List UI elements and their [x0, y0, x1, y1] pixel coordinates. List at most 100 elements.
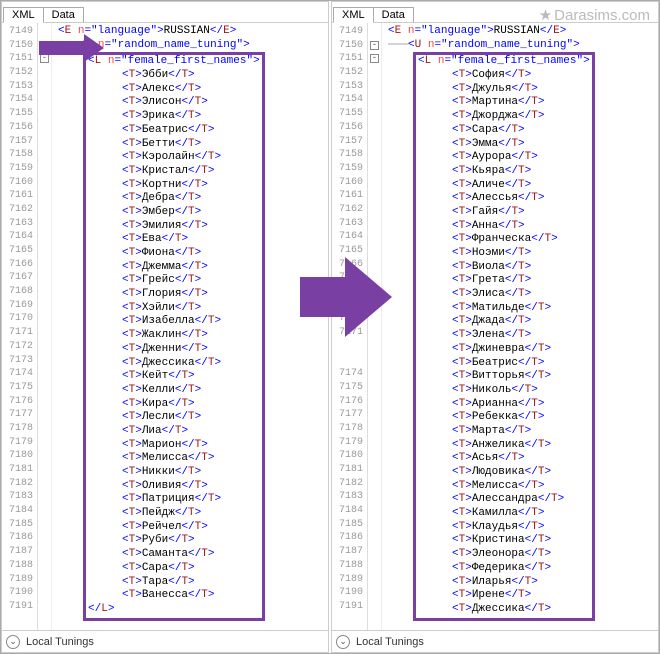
fold-toggle[interactable]: -: [370, 54, 379, 63]
code-line[interactable]: <T>Кира</T>: [88, 398, 260, 412]
code-line[interactable]: <T>Джорджа</T>: [418, 110, 590, 124]
code-line[interactable]: <T>Виола</T>: [418, 261, 590, 275]
code-line[interactable]: <T>Грета</T>: [418, 274, 590, 288]
code-line[interactable]: <T>Элена</T>: [418, 329, 590, 343]
code-line[interactable]: <T>Матильде</T>: [418, 302, 590, 316]
code-line[interactable]: <T>Анна</T>: [418, 220, 590, 234]
code-line[interactable]: <T>Камилла</T>: [418, 507, 590, 521]
code-line[interactable]: <T>Эмма</T>: [418, 138, 590, 152]
code-line[interactable]: <T>Кьяра</T>: [418, 165, 590, 179]
gutter-line: [332, 340, 367, 354]
code-line[interactable]: <T>Хэйли</T>: [88, 302, 260, 316]
code-line[interactable]: <T>Сара</T>: [418, 124, 590, 138]
gutter-line: 7191: [332, 600, 367, 614]
code-line[interactable]: <T>Изабелла</T>: [88, 315, 260, 329]
code-line[interactable]: <T>Пейдж</T>: [88, 507, 260, 521]
code-line[interactable]: <T>Джемма</T>: [88, 261, 260, 275]
tab-xml[interactable]: XML: [3, 7, 44, 23]
code-line[interactable]: <T>Алессандра</T>: [418, 493, 590, 507]
code-line[interactable]: <E n="language">RUSSIAN</E>: [388, 25, 654, 39]
code-line[interactable]: <T>Элеонора</T>: [418, 548, 590, 562]
code-line[interactable]: <T>Кэролайн</T>: [88, 151, 260, 165]
code-line[interactable]: <T>Федерика</T>: [418, 562, 590, 576]
code-line[interactable]: <T>Аличе</T>: [418, 179, 590, 193]
code-line[interactable]: <T>Арианна</T>: [418, 398, 590, 412]
gutter-line: 7183: [2, 490, 37, 504]
code-line[interactable]: <T>Алекс</T>: [88, 83, 260, 97]
code-line[interactable]: <T>Марион</T>: [88, 439, 260, 453]
code-line[interactable]: <T>Джессика</T>: [88, 357, 260, 371]
code-line[interactable]: <T>Франческа</T>: [418, 233, 590, 247]
code-line[interactable]: <T>Лиа</T>: [88, 425, 260, 439]
code-line[interactable]: <T>Кристал</T>: [88, 165, 260, 179]
code-line[interactable]: <T>Фиона</T>: [88, 247, 260, 261]
code-line[interactable]: <T>Ребекка</T>: [418, 411, 590, 425]
code-line[interactable]: <T>Мелисса</T>: [88, 452, 260, 466]
code-line[interactable]: ⎯⎯⎯⎯<U n="random_name_tuning">: [388, 39, 654, 53]
gutter-line: 7180: [332, 449, 367, 463]
code-line[interactable]: <T>Кортни</T>: [88, 179, 260, 193]
tab-data[interactable]: Data: [373, 7, 414, 22]
code-line[interactable]: <T>Асья</T>: [418, 452, 590, 466]
code-line[interactable]: <T>Оливия</T>: [88, 480, 260, 494]
code-line[interactable]: <T>Ванесса</T>: [88, 589, 260, 603]
code-line[interactable]: <T>Джулья</T>: [418, 83, 590, 97]
code-line[interactable]: <T>Ноэми</T>: [418, 247, 590, 261]
code-line[interactable]: <L n="female_first_names">: [88, 55, 260, 69]
code-line[interactable]: <L n="female_first_names">: [418, 55, 590, 69]
code-line[interactable]: <T>Ирене</T>: [418, 589, 590, 603]
code-line[interactable]: <T>Саманта</T>: [88, 548, 260, 562]
code-line[interactable]: <T>Джада</T>: [418, 315, 590, 329]
code-line[interactable]: <T>Иларья</T>: [418, 576, 590, 590]
code-line[interactable]: <T>Мелисса</T>: [418, 480, 590, 494]
gutter-line: 7175: [332, 381, 367, 395]
tab-xml[interactable]: XML: [333, 7, 374, 23]
code-line[interactable]: <T>Бетти</T>: [88, 138, 260, 152]
code-line[interactable]: <T>Эбби</T>: [88, 69, 260, 83]
code-line[interactable]: <T>Анжелика</T>: [418, 439, 590, 453]
code-line[interactable]: <T>Жаклин</T>: [88, 329, 260, 343]
code-line[interactable]: </L>: [88, 603, 260, 617]
code-line[interactable]: <T>Беатрис</T>: [88, 124, 260, 138]
tab-data[interactable]: Data: [43, 7, 84, 22]
code-line[interactable]: <T>Элисон</T>: [88, 96, 260, 110]
code-line[interactable]: <T>Рейчел</T>: [88, 521, 260, 535]
code-line[interactable]: <T>Эрика</T>: [88, 110, 260, 124]
code-line[interactable]: <T>Ева</T>: [88, 233, 260, 247]
code-line[interactable]: <T>Людовика</T>: [418, 466, 590, 480]
code-line[interactable]: <T>Аурора</T>: [418, 151, 590, 165]
code-line[interactable]: <T>Гайя</T>: [418, 206, 590, 220]
code-line[interactable]: <T>Мартина</T>: [418, 96, 590, 110]
code-line[interactable]: <T>Элиса</T>: [418, 288, 590, 302]
code-line[interactable]: <T>Марта</T>: [418, 425, 590, 439]
fold-toggle[interactable]: -: [370, 41, 379, 50]
code-line[interactable]: <T>Келли</T>: [88, 384, 260, 398]
code-line[interactable]: <T>Грейс</T>: [88, 274, 260, 288]
code-line[interactable]: <T>Руби</T>: [88, 534, 260, 548]
left-footer[interactable]: ⌄ Local Tunings: [2, 630, 328, 652]
code-line[interactable]: <T>Дженни</T>: [88, 343, 260, 357]
code-line[interactable]: <T>Кейт</T>: [88, 370, 260, 384]
gutter-line: 7152: [332, 66, 367, 80]
code-line[interactable]: <T>София</T>: [418, 69, 590, 83]
code-line[interactable]: <T>Джессика</T>: [418, 603, 590, 617]
code-line[interactable]: <T>Кристина</T>: [418, 534, 590, 548]
code-line[interactable]: <T>Алессья</T>: [418, 192, 590, 206]
code-line[interactable]: <T>Тара</T>: [88, 576, 260, 590]
code-line[interactable]: <T>Николь</T>: [418, 384, 590, 398]
code-line[interactable]: <T>Беатрис</T>: [418, 357, 590, 371]
code-line[interactable]: <T>Эмилия</T>: [88, 220, 260, 234]
code-line[interactable]: <T>Дебра</T>: [88, 192, 260, 206]
code-line[interactable]: <T>Глория</T>: [88, 288, 260, 302]
code-line[interactable]: <T>Эмбер</T>: [88, 206, 260, 220]
code-line[interactable]: <T>Патриция</T>: [88, 493, 260, 507]
chevron-down-icon[interactable]: ⌄: [336, 635, 350, 649]
chevron-down-icon[interactable]: ⌄: [6, 635, 20, 649]
code-line[interactable]: <T>Витторья</T>: [418, 370, 590, 384]
code-line[interactable]: <T>Джиневра</T>: [418, 343, 590, 357]
code-line[interactable]: <T>Никки</T>: [88, 466, 260, 480]
right-footer[interactable]: ⌄ Local Tunings: [332, 630, 658, 652]
code-line[interactable]: <T>Клаудья</T>: [418, 521, 590, 535]
code-line[interactable]: <T>Лесли</T>: [88, 411, 260, 425]
code-line[interactable]: <T>Сара</T>: [88, 562, 260, 576]
